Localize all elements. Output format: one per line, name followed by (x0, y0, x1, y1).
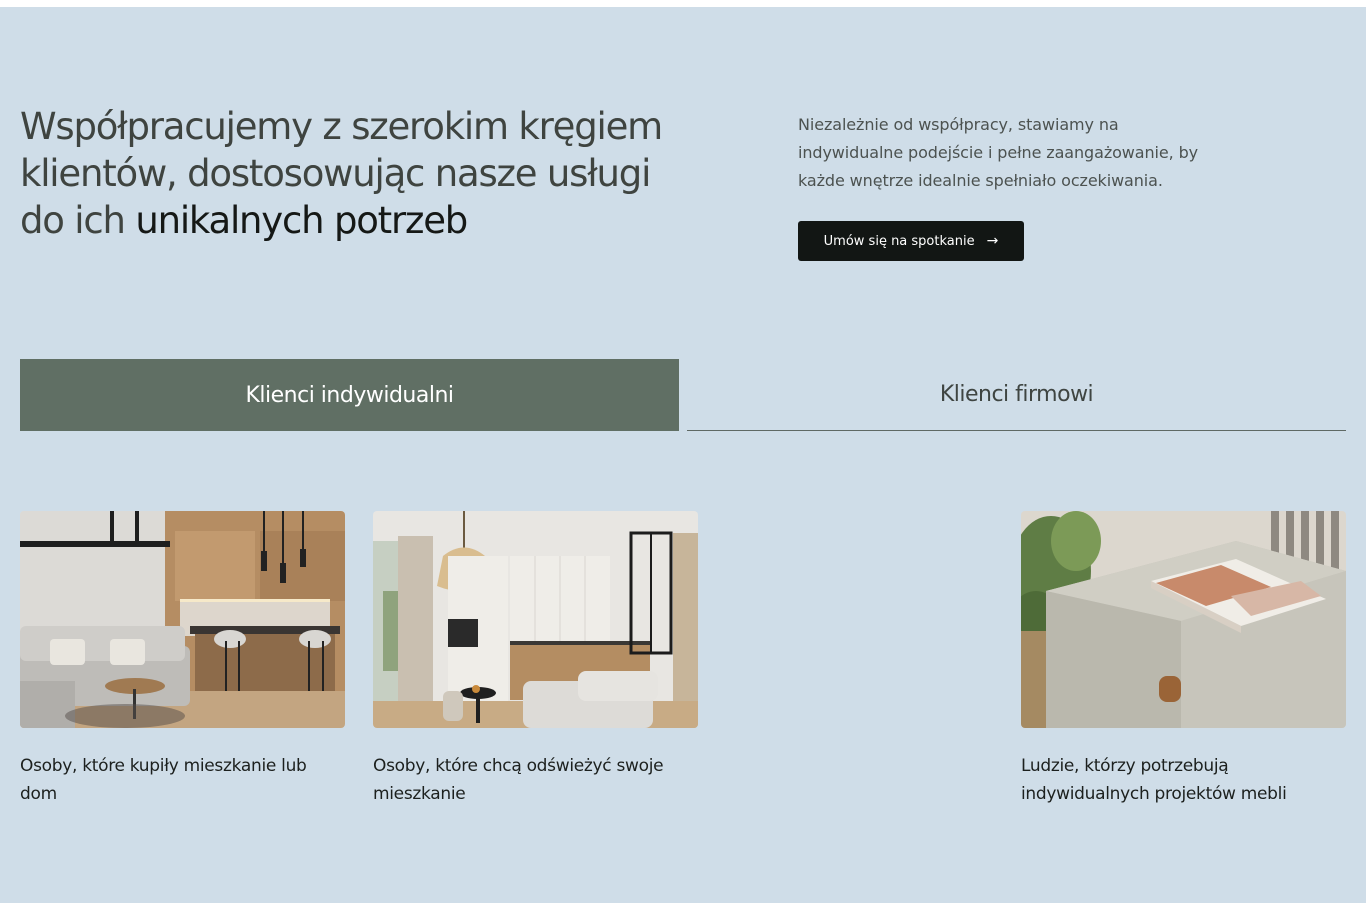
headline-part-2: unikalnych potrzeb (135, 199, 468, 242)
kitchen-living-room-photo (373, 511, 698, 728)
client-card: Ludzie, którzy potrzebują indywidualnych… (1021, 511, 1346, 808)
client-card: Osoby, które kupiły mieszkanie lub dom (20, 511, 345, 808)
tab-label: Klienci indywidualni (245, 382, 454, 408)
cabinet-detail-photo (1021, 511, 1346, 728)
card-caption: Ludzie, którzy potrzebują indywidualnych… (1021, 756, 1287, 804)
tab-business-clients[interactable]: Klienci firmowi (687, 359, 1346, 431)
tab-individual-clients[interactable]: Klienci indywidualni (20, 359, 679, 431)
section-headline: Współpracujemy z szerokim kręgiem klient… (20, 103, 680, 244)
card-caption: Osoby, które kupiły mieszkanie lub dom (20, 756, 307, 804)
schedule-meeting-button[interactable]: Umów się na spotkanie → (798, 221, 1024, 261)
living-room-kitchen-photo (20, 511, 345, 728)
clients-section: Współpracujemy z szerokim kręgiem klient… (0, 7, 1366, 903)
schedule-meeting-label: Umów się na spotkanie (823, 233, 975, 249)
intro-text: Niezależnie od współpracy, stawiamy na i… (798, 115, 1199, 190)
tab-label: Klienci firmowi (939, 382, 1094, 407)
arrow-right-icon: → (986, 233, 999, 249)
client-card: Osoby, które chcą odświeżyć swoje mieszk… (373, 511, 698, 808)
card-caption: Osoby, które chcą odświeżyć swoje mieszk… (373, 756, 664, 804)
